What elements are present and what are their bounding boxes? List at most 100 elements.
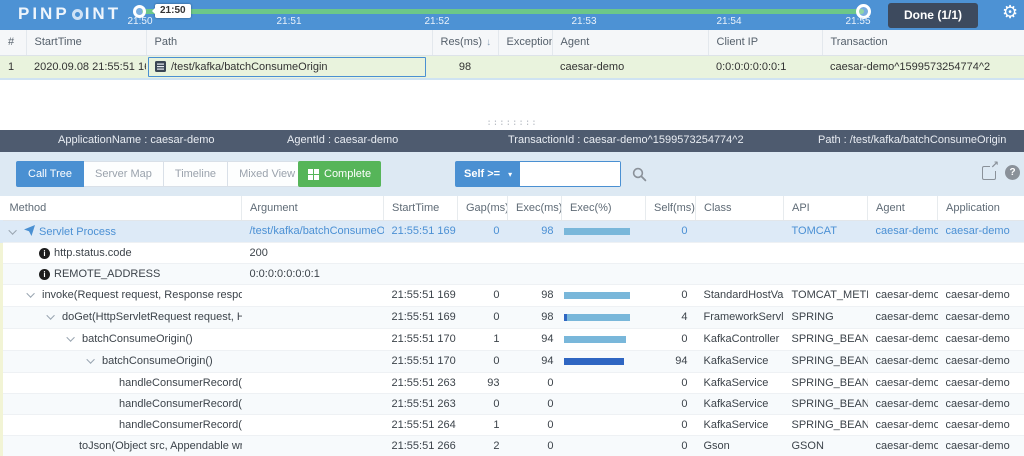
splitter-drag-handle[interactable]: :::::::: [0,118,1024,128]
tab-timeline[interactable]: Timeline [164,161,228,187]
cell-exec-ms: 94 [508,328,562,350]
call-tree-row[interactable]: batchConsumeOrigin()21:55:51 1701940Kafk… [2,328,1024,350]
chevron-down-icon[interactable] [26,289,34,297]
cell-gap-ms: 0 [458,393,508,414]
ct-col-header[interactable]: Class [696,196,784,220]
cell-self-ms: 4 [646,306,696,328]
cell-class [696,242,784,263]
cell-start-time: 21:55:51 169 [384,284,458,306]
chevron-down-icon[interactable] [86,355,94,363]
cell-application: caesar-demo [938,350,1024,372]
info-agent-id: AgentId : caesar-demo [287,134,398,146]
call-tree-row[interactable]: ihttp.status.code200 [2,242,1024,263]
cell-application [938,242,1024,263]
call-tree-row[interactable]: handleConsumerRecord(Cons21:55:51 263000… [2,393,1024,414]
cell-api: SPRING_BEAN [784,414,868,435]
call-tree-row[interactable]: invoke(Request request, Response respons… [2,284,1024,306]
selected-path-box[interactable]: /test/kafka/batchConsumeOrigin [148,57,426,77]
cell-exec-ms: 98 [508,284,562,306]
cell-agent: caesar-demo [868,350,938,372]
call-tree-row[interactable]: toJson(Object src, Appendable writer) 21:… [2,435,1024,456]
cell-method: invoke(Request request, Response respons… [2,284,242,306]
cell-application: caesar-demo [938,435,1024,456]
cell-class: KafkaService [696,393,784,414]
open-in-new-window-icon[interactable] [982,166,996,180]
timeline-tick: 21:55 [845,16,870,27]
send-icon [24,225,35,236]
exec-percent-bar [562,285,646,306]
tx-col-header[interactable]: Exception [498,30,552,55]
cell-argument [242,284,384,306]
filter-type-dropdown[interactable]: Self >=▾ [456,162,520,186]
tx-col-header[interactable]: Agent [552,30,708,55]
cell-argument: 200 [242,242,384,263]
chevron-down-icon[interactable] [46,311,54,319]
cell-api: SPRING_BEAN [784,393,868,414]
cell-path[interactable]: /test/kafka/batchConsumeOrigin [146,55,432,79]
tab-call-tree[interactable]: Call Tree [16,161,84,187]
cell-application: caesar-demo [938,393,1024,414]
cell-self-ms: 94 [646,350,696,372]
tab-server-map[interactable]: Server Map [84,161,164,187]
cell-self-ms: 0 [646,372,696,393]
tx-col-header[interactable]: Transaction [822,30,1024,55]
call-tree-row[interactable]: batchConsumeOrigin()21:55:51 17009494Kaf… [2,350,1024,372]
call-tree-row[interactable]: handleConsumerRecord(Cons21:55:51 263930… [2,372,1024,393]
transaction-row[interactable]: 1 2020.09.08 21:55:51 169 /test/kafka/ba… [0,55,1024,79]
ct-col-header[interactable]: Gap(ms) [458,196,508,220]
help-icon[interactable]: ? [1005,165,1020,180]
tx-col-header[interactable]: Res(ms)↓ [432,30,498,55]
info-path: Path : /test/kafka/batchConsumeOrigin [818,134,1006,146]
complete-label: Complete [324,162,371,187]
method-label: REMOTE_ADDRESS [54,268,160,280]
complete-button[interactable]: Complete [298,161,381,187]
cell-application: caesar-demo [938,372,1024,393]
ct-col-header[interactable]: Application [938,196,1024,220]
chevron-down-icon[interactable] [8,226,16,234]
method-label: doGet(HttpServletRequest request, HttpS.… [62,311,242,323]
ct-col-header[interactable]: Argument [242,196,384,220]
cell-exec-bar [562,393,646,414]
cell-argument [242,393,384,414]
call-tree-row[interactable]: doGet(HttpServletRequest request, HttpS.… [2,306,1024,328]
gear-icon[interactable]: ⚙ [1002,2,1018,23]
cell-application: caesar-demo [938,306,1024,328]
cell-application [938,263,1024,284]
sort-desc-icon: ↓ [486,37,491,48]
cell-exec-ms: 0 [508,435,562,456]
cell-exec-bar [562,350,646,372]
timeline-tick: 21:53 [571,16,596,27]
ct-col-header[interactable]: Exec(ms) [508,196,562,220]
search-icon[interactable] [632,167,647,182]
timeline-track[interactable] [142,9,864,14]
filter-value-input[interactable] [520,162,620,186]
cell-api: SPRING [784,306,868,328]
done-button[interactable]: Done (1/1) [888,3,978,28]
cell-method: toJson(Object src, Appendable writer) [2,435,242,456]
call-tree-row[interactable]: iREMOTE_ADDRESS0:0:0:0:0:0:0:1 [2,263,1024,284]
method-label: batchConsumeOrigin() [82,333,193,345]
cell-agent [868,242,938,263]
cell-api: SPRING_BEAN [784,350,868,372]
top-bar: PINPINT 21:50 21:5021:5121:5221:5321:542… [0,0,1024,30]
ct-col-header[interactable]: Agent [868,196,938,220]
call-tree-row[interactable]: Servlet Process/test/kafka/batchConsumeO… [2,220,1024,242]
ct-col-header[interactable]: Method [2,196,242,220]
ct-col-header[interactable]: Self(ms) [646,196,696,220]
tx-col-header[interactable]: Path [146,30,432,55]
cell-exec-ms: 94 [508,350,562,372]
chevron-down-icon[interactable] [66,333,74,341]
cell-agent: caesar-demo [868,306,938,328]
call-tree-row[interactable]: handleConsumerRecord(Cons21:55:51 264100… [2,414,1024,435]
tx-col-header[interactable]: StartTime [26,30,146,55]
view-tabs: Call TreeServer MapTimelineMixed View↗ [16,161,322,187]
cell-start-time: 21:55:51 266 [384,435,458,456]
tx-col-header[interactable]: Client IP [708,30,822,55]
ct-col-header[interactable]: Exec(%) [562,196,646,220]
ct-col-header[interactable]: API [784,196,868,220]
ct-col-header[interactable]: StartTime [384,196,458,220]
cell-gap-ms [458,263,508,284]
cell-self-ms: 0 [646,220,696,242]
tx-col-header[interactable]: # [0,30,26,55]
cell-class: KafkaService [696,372,784,393]
